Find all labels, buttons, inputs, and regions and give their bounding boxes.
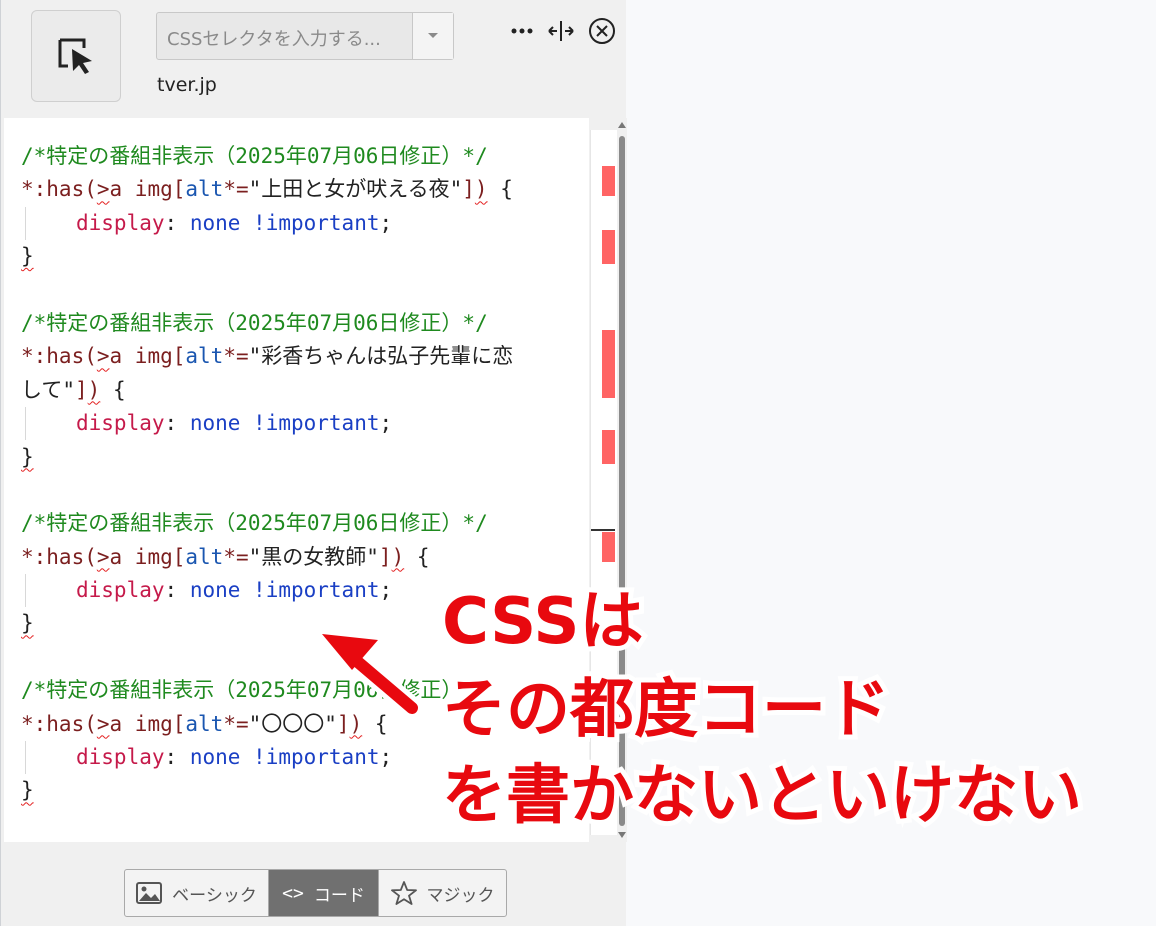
- annotation-line-2: その都度コード: [437, 668, 895, 752]
- annotation-line-1: CSSは: [437, 580, 648, 664]
- annotation-line-3: を書かないといけない: [437, 754, 1087, 838]
